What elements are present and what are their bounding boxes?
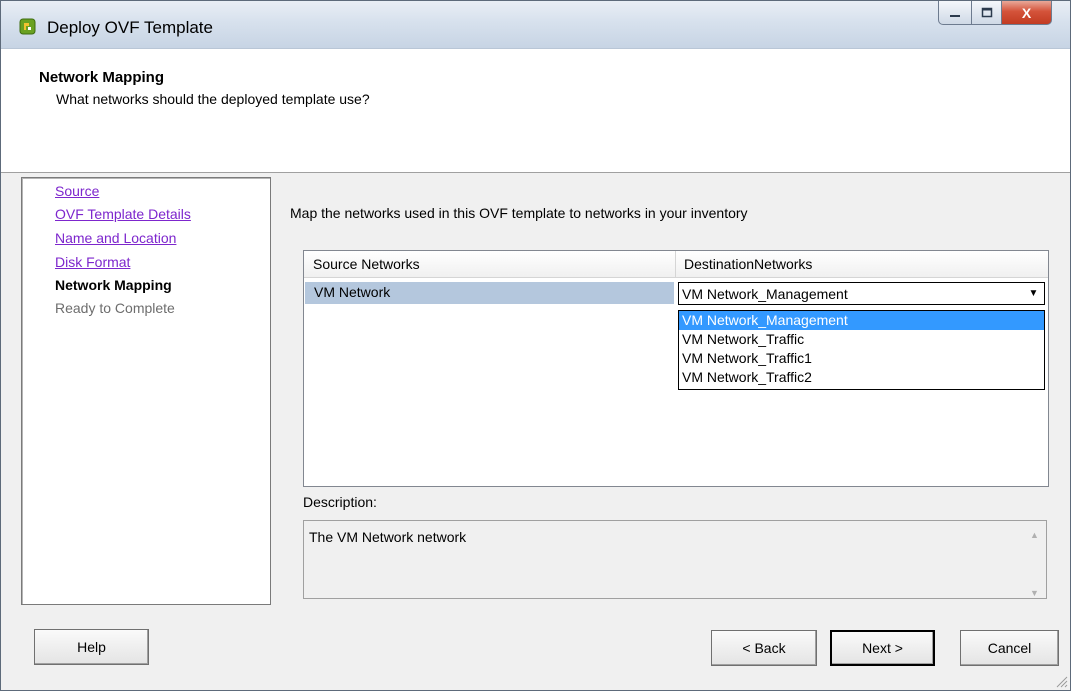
nav-step-source[interactable]: Source (55, 183, 99, 199)
table-row[interactable]: VM Network (305, 282, 674, 304)
cancel-button[interactable]: Cancel (960, 630, 1059, 666)
description-box: The VM Network network ▲ ▼ (303, 520, 1047, 599)
column-header-source-networks[interactable]: Source Networks (313, 256, 420, 272)
destination-network-combobox[interactable]: VM Network_Management ▼ (678, 282, 1045, 305)
close-button[interactable]: X (1002, 1, 1052, 25)
maximize-button[interactable] (972, 1, 1002, 25)
column-header-destination-networks[interactable]: DestinationNetworks (684, 256, 812, 272)
window-title: Deploy OVF Template (47, 18, 213, 37)
dropdown-option-vm-network-traffic[interactable]: VM Network_Traffic (679, 330, 1044, 349)
mapping-instructions: Map the networks used in this OVF templa… (290, 205, 748, 221)
column-divider[interactable] (675, 251, 676, 277)
resize-grip-icon[interactable] (1054, 674, 1068, 688)
back-button[interactable]: < Back (711, 630, 817, 666)
help-button[interactable]: Help (34, 629, 149, 665)
page-subtitle: What networks should the deployed templa… (56, 91, 370, 107)
wizard-header: Network Mapping What networks should the… (1, 49, 1070, 173)
nav-step-network-mapping: Network Mapping (55, 277, 172, 293)
description-text: The VM Network network (309, 529, 467, 545)
dropdown-option-vm-network-traffic1[interactable]: VM Network_Traffic1 (679, 349, 1044, 368)
nav-step-ovf-template-details[interactable]: OVF Template Details (55, 206, 191, 222)
close-icon: X (1021, 4, 1032, 21)
dropdown-option-vm-network-management[interactable]: VM Network_Management (679, 311, 1044, 330)
next-button[interactable]: Next > (830, 630, 935, 666)
nav-step-name-and-location[interactable]: Name and Location (55, 230, 176, 246)
scroll-down-arrow-icon[interactable]: ▼ (1028, 589, 1041, 598)
source-network-cell: VM Network (314, 284, 391, 300)
caption-buttons: X (938, 1, 1052, 25)
scroll-up-arrow-icon[interactable]: ▲ (1028, 530, 1041, 543)
network-mapping-grid: Source Networks DestinationNetworks VM N… (303, 250, 1049, 487)
maximize-icon (981, 7, 992, 18)
title-bar: Deploy OVF Template X (1, 1, 1070, 49)
deploy-ovf-dialog: Deploy OVF Template X Network Mapping Wh… (0, 0, 1071, 691)
description-label: Description: (303, 494, 377, 510)
minimize-icon (950, 14, 960, 17)
nav-step-ready-to-complete: Ready to Complete (55, 300, 175, 316)
destination-network-dropdown: VM Network_Management VM Network_Traffic… (678, 310, 1045, 390)
destination-network-value: VM Network_Management (682, 286, 848, 302)
vsphere-app-icon (19, 18, 36, 35)
minimize-button[interactable] (938, 1, 972, 25)
dropdown-arrow-icon[interactable]: ▼ (1025, 285, 1042, 302)
grid-header: Source Networks DestinationNetworks (304, 251, 1048, 278)
page-title: Network Mapping (39, 69, 165, 86)
nav-step-disk-format[interactable]: Disk Format (55, 254, 130, 270)
wizard-steps-nav: Source OVF Template Details Name and Loc… (21, 177, 271, 605)
dropdown-option-vm-network-traffic2[interactable]: VM Network_Traffic2 (679, 368, 1044, 387)
